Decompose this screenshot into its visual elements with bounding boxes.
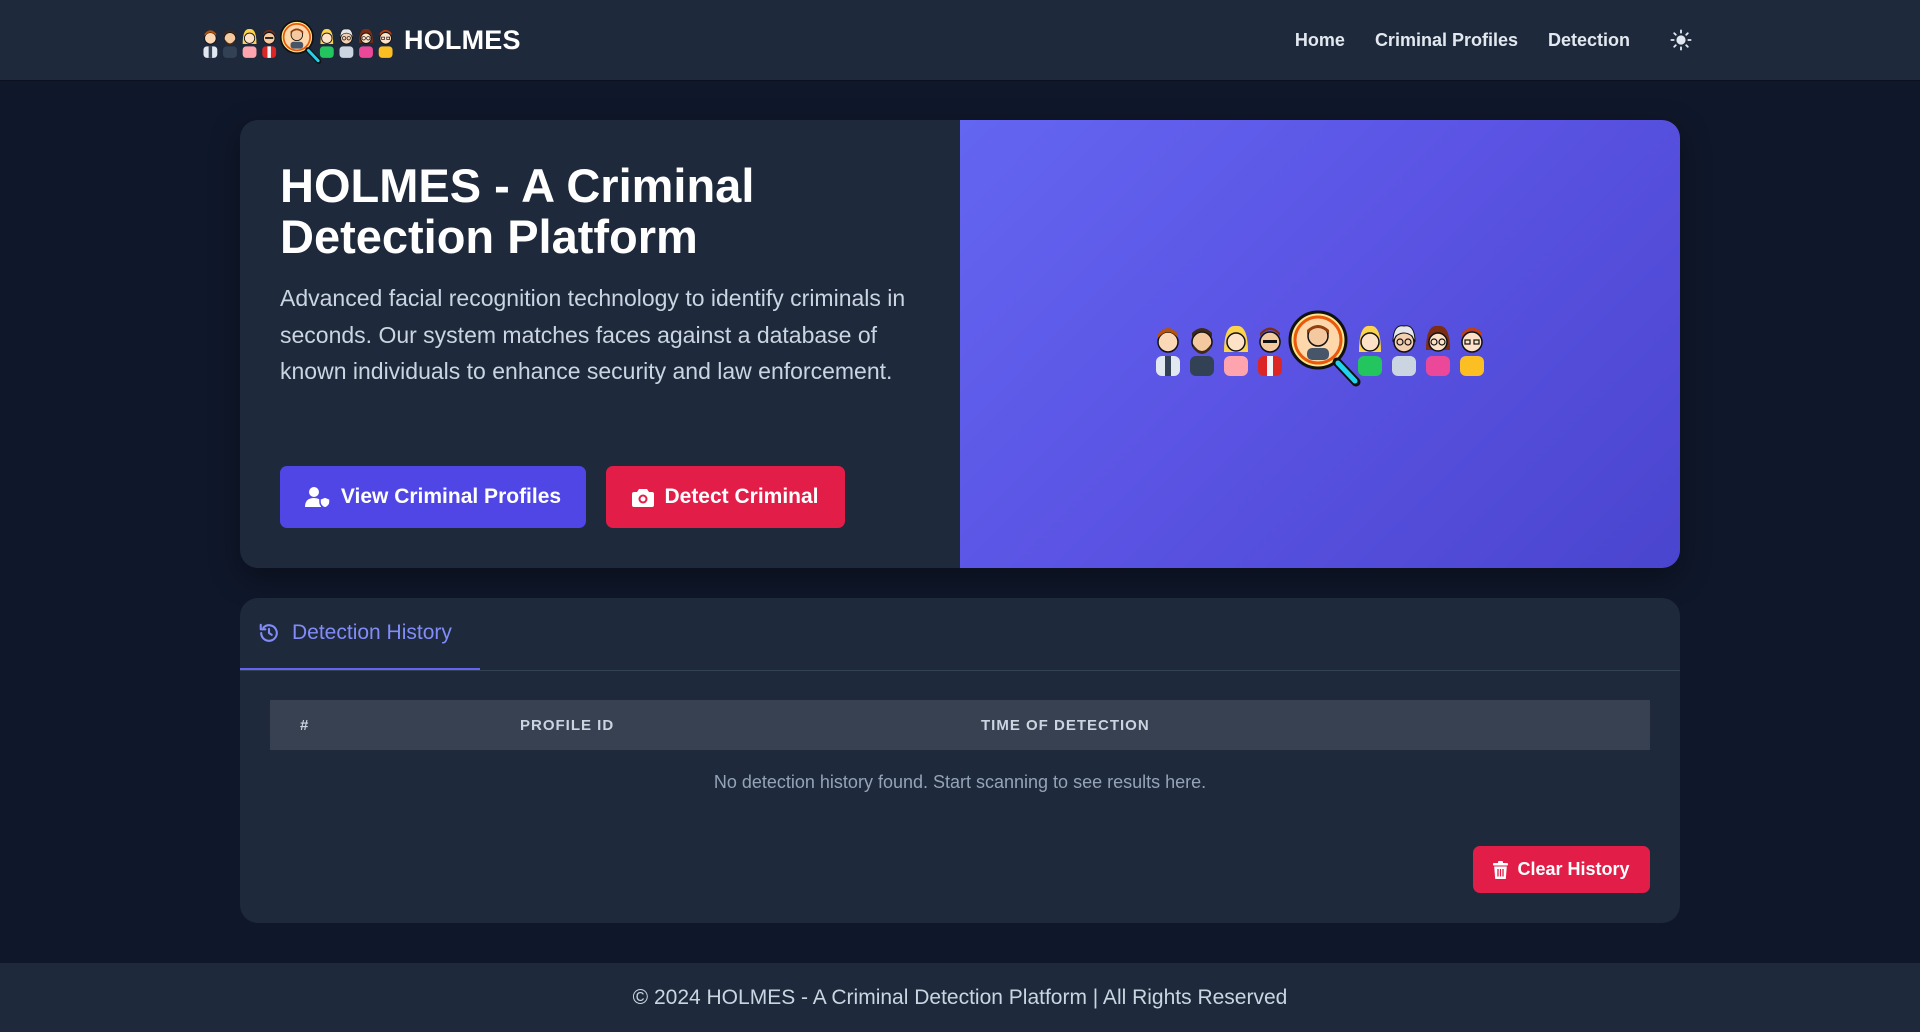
tab-label: Detection History [292, 621, 452, 644]
suspects-lineup-magnifier-icon [1150, 300, 1490, 390]
hero-description: Advanced facial recognition technology t… [280, 285, 906, 384]
footer: © 2024 HOLMES - A Criminal Detection Pla… [0, 963, 1920, 1032]
user-shield-icon [304, 486, 331, 508]
view-criminal-profiles-label: View Criminal Profiles [340, 485, 562, 508]
table-header: # PROFILE ID TIME OF DETECTION [270, 700, 1650, 750]
hero-illustration-panel [960, 120, 1680, 568]
column-header-profile-id: PROFILE ID [520, 716, 615, 734]
theme-toggle-button[interactable] [1666, 25, 1696, 55]
clear-history-button[interactable]: Clear History [1473, 846, 1650, 893]
detection-history-card: Detection History # PROFILE ID TIME OF D… [240, 598, 1680, 923]
sun-icon [1670, 29, 1692, 51]
view-criminal-profiles-button[interactable]: View Criminal Profiles [280, 466, 586, 528]
hero-content: HOLMES - A Criminal Detection Platform A… [240, 120, 960, 568]
hero-title: HOLMES - A Criminal Detection Platform [280, 159, 755, 263]
detect-criminal-button[interactable]: Detect Criminal [606, 466, 845, 528]
history-icon [258, 622, 280, 644]
tab-detection-history[interactable]: Detection History [240, 598, 480, 670]
detect-criminal-label: Detect Criminal [664, 485, 819, 508]
brand-name: HOLMES [404, 24, 521, 55]
camera-icon [632, 488, 655, 507]
clear-history-label: Clear History [1517, 859, 1630, 879]
nav-links: Home Criminal Profiles Detection [1295, 0, 1920, 80]
column-header-number: # [300, 716, 310, 734]
nav-link-criminal-profiles[interactable]: Criminal Profiles [1375, 30, 1518, 51]
nav-link-home[interactable]: Home [1295, 30, 1345, 51]
footer-text: © 2024 HOLMES - A Criminal Detection Pla… [632, 985, 1288, 1009]
suspects-lineup-magnifier-icon [200, 14, 396, 66]
empty-state-message: No detection history found. Start scanni… [713, 772, 1207, 792]
trash-icon [1493, 860, 1509, 879]
navbar: HOLMES Home Criminal Profiles Detection [0, 0, 1920, 80]
brand[interactable]: HOLMES [200, 14, 521, 66]
column-header-time: TIME OF DETECTION [981, 716, 1150, 734]
tabs-bar: Detection History [240, 598, 1680, 671]
hero-card: HOLMES - A Criminal Detection Platform A… [240, 120, 1680, 568]
nav-link-detection[interactable]: Detection [1548, 30, 1630, 51]
